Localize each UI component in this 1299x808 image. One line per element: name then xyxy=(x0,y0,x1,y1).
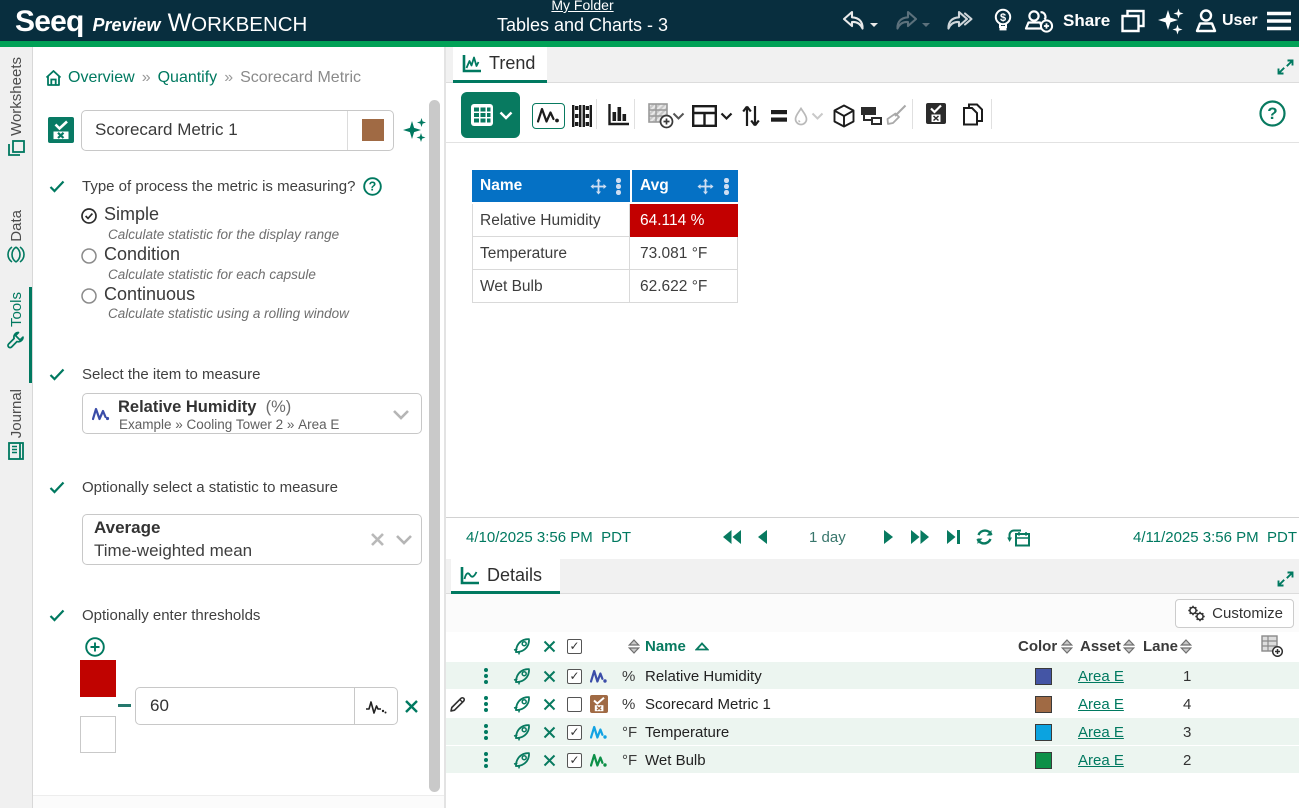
svg-text:$: $ xyxy=(1000,11,1006,23)
svg-text:?: ? xyxy=(1267,104,1277,123)
svg-text:?: ? xyxy=(369,180,377,194)
